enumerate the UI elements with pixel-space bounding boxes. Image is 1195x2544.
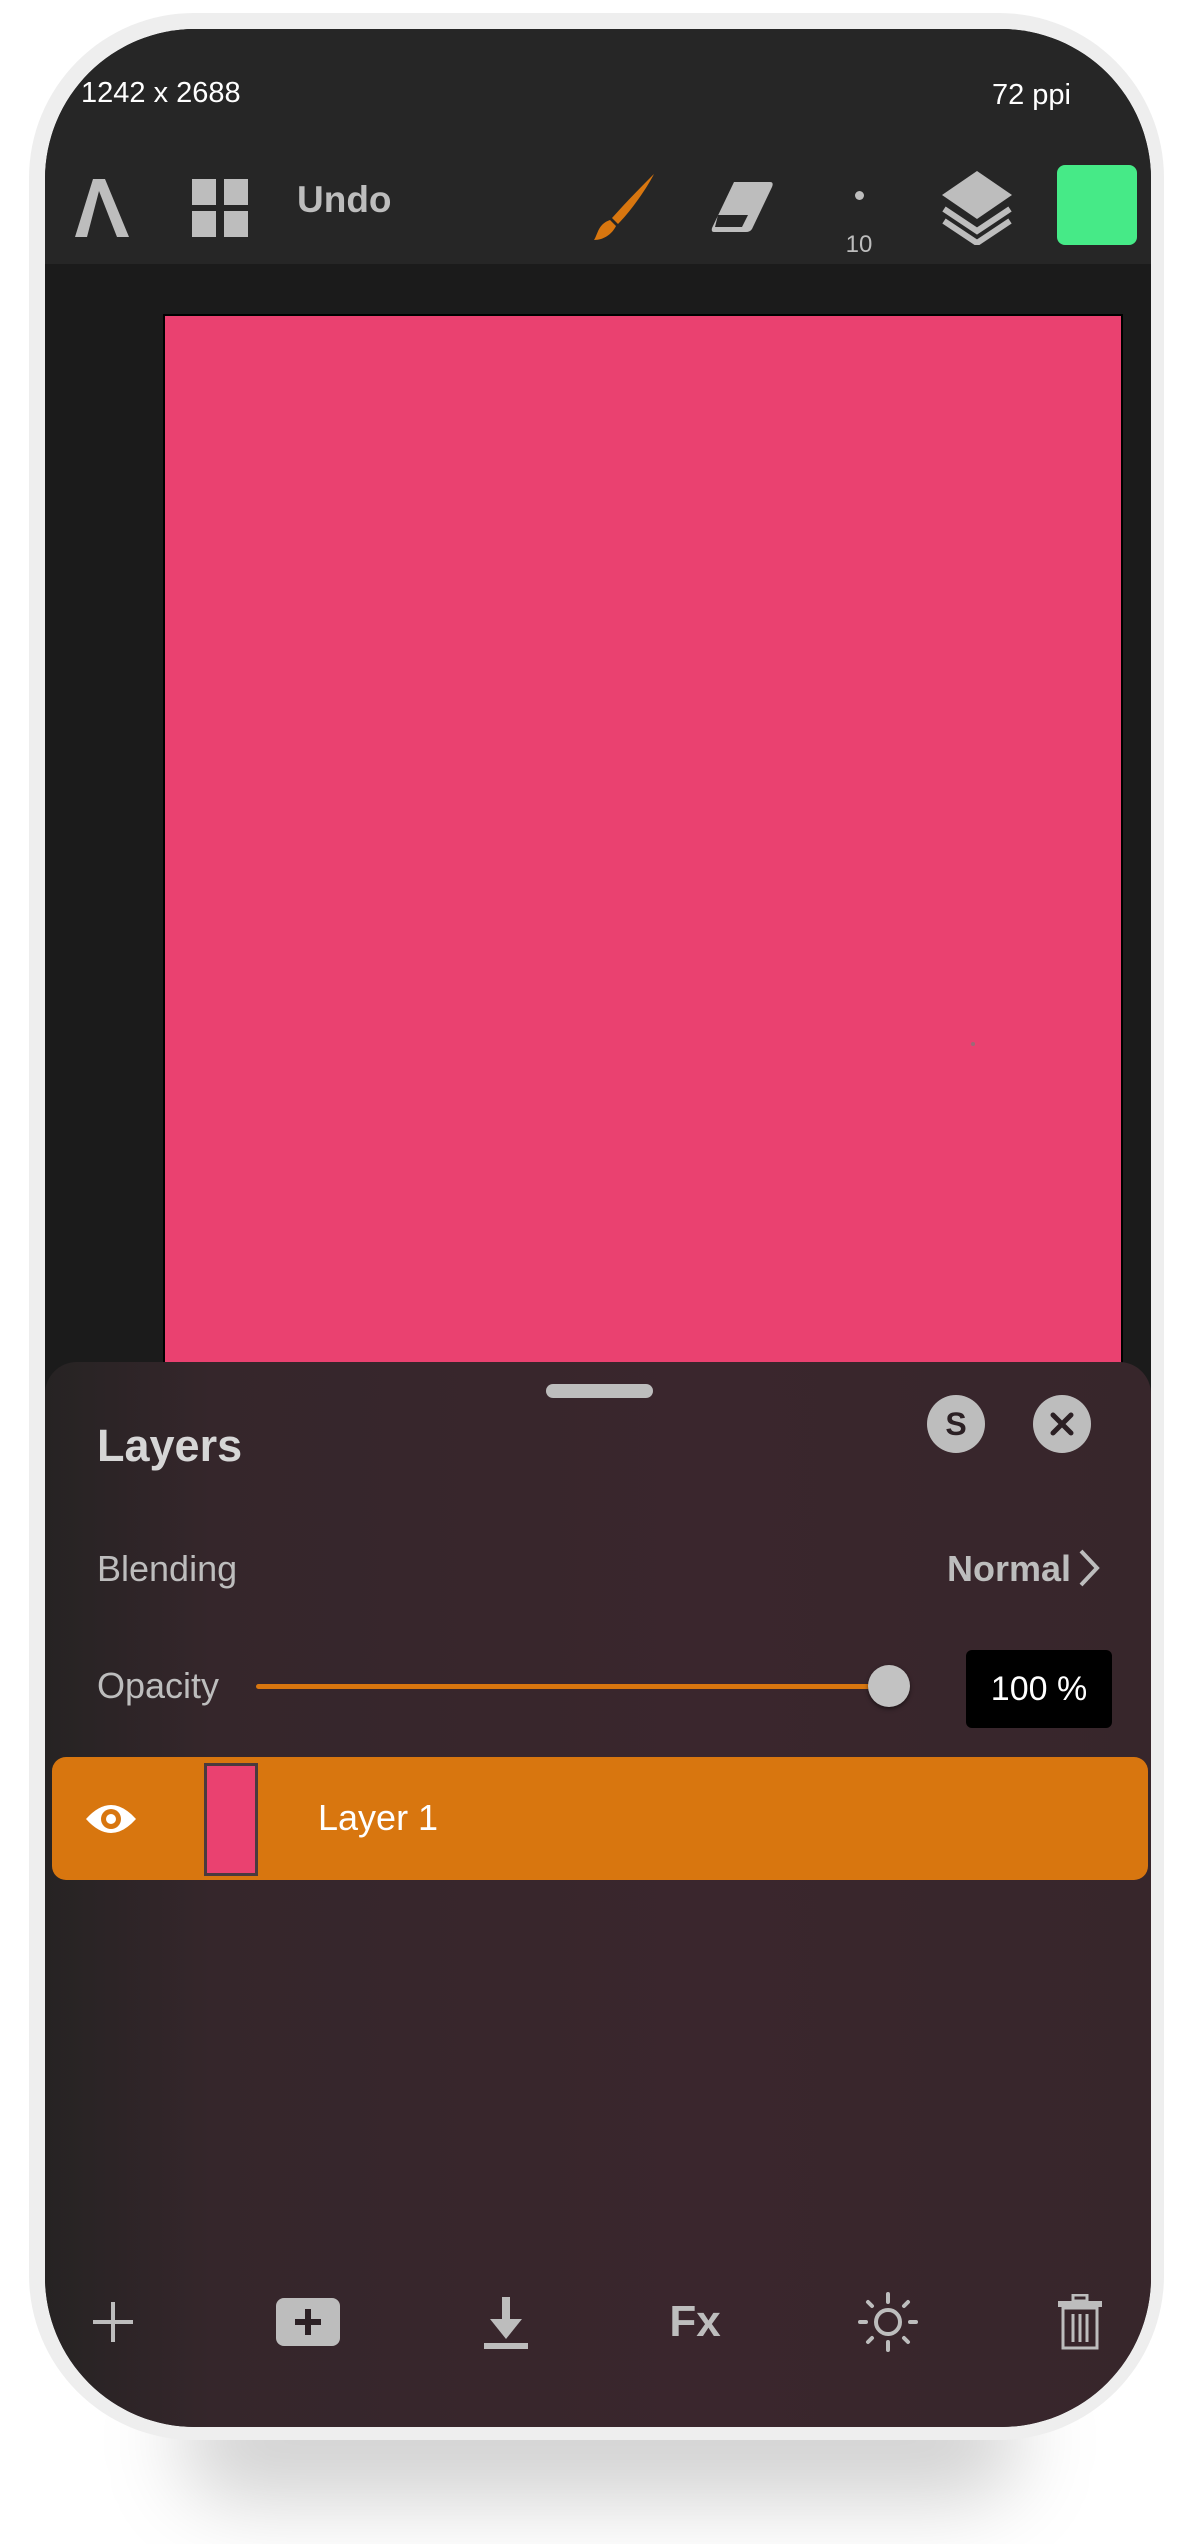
drawing-canvas[interactable] xyxy=(163,314,1123,1378)
layer-row[interactable]: Layer 1 xyxy=(52,1757,1148,1880)
chevron-right-icon[interactable] xyxy=(1077,1548,1101,1593)
blending-value[interactable]: Normal xyxy=(947,1548,1071,1590)
merge-down-icon[interactable] xyxy=(471,2287,541,2357)
add-layer-icon[interactable] xyxy=(78,2287,148,2357)
opacity-label: Opacity xyxy=(97,1665,220,1706)
drag-handle[interactable] xyxy=(546,1384,653,1398)
canvas-cursor-dot xyxy=(971,1042,975,1046)
opacity-value-field[interactable]: 100 % xyxy=(966,1650,1112,1728)
color-swatch[interactable] xyxy=(1057,165,1137,245)
brush-size-value[interactable]: 10 xyxy=(841,231,877,259)
blending-label: Blending xyxy=(97,1548,238,1589)
eraser-icon[interactable] xyxy=(710,179,774,235)
panel-title: Layers xyxy=(97,1420,243,1471)
layers-panel: Layers S Blending Normal Opacity 100 % L… xyxy=(45,1362,1151,2427)
app-screen: 1242 x 2688 72 ppi Undo 10 Layers S Blen… xyxy=(45,29,1151,2427)
close-icon xyxy=(1050,1412,1074,1436)
fx-button[interactable]: Fx xyxy=(660,2287,730,2357)
opacity-slider-track[interactable] xyxy=(256,1684,892,1689)
trash-icon[interactable] xyxy=(1045,2287,1115,2357)
layer-name: Layer 1 xyxy=(318,1797,439,1838)
brush-icon[interactable] xyxy=(592,172,658,242)
s-button[interactable]: S xyxy=(927,1395,985,1453)
top-bar: 1242 x 2688 72 ppi Undo 10 xyxy=(45,29,1151,264)
adjust-icon[interactable] xyxy=(853,2287,923,2357)
a-logo-icon[interactable] xyxy=(73,177,131,239)
canvas-dimensions: 1242 x 2688 xyxy=(81,77,241,109)
add-group-icon[interactable] xyxy=(273,2287,343,2357)
brush-size-dot-icon[interactable] xyxy=(853,189,865,201)
canvas-resolution: 72 ppi xyxy=(991,79,1071,111)
eye-icon[interactable] xyxy=(84,1799,138,1844)
s-button-label: S xyxy=(945,1405,967,1442)
layers-icon[interactable] xyxy=(940,169,1014,245)
undo-button[interactable]: Undo xyxy=(297,179,392,221)
gallery-grid-icon[interactable] xyxy=(190,177,250,239)
layer-thumbnail xyxy=(204,1763,258,1876)
close-button[interactable] xyxy=(1033,1395,1091,1453)
opacity-slider-thumb[interactable] xyxy=(868,1665,910,1707)
